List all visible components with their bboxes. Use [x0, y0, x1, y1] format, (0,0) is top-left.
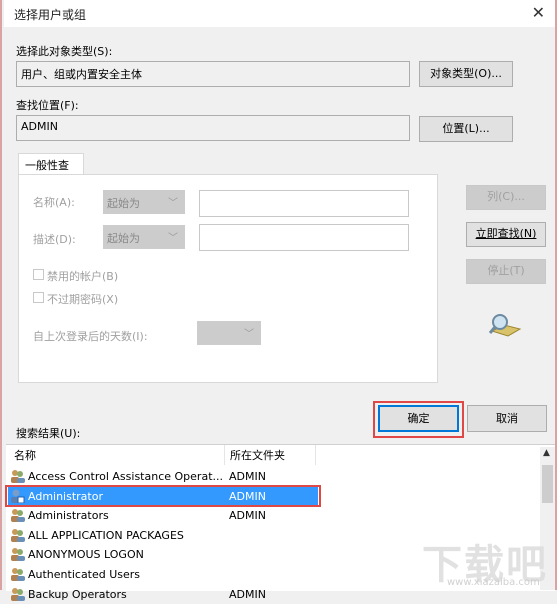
watermark-url: www.xiazaiba.com [447, 577, 540, 588]
table-row[interactable]: Authenticated Users [8, 565, 318, 584]
column-header-name[interactable]: 名称 [14, 447, 36, 463]
stop-button[interactable]: 停止(T) [466, 259, 546, 284]
location-label: 查找位置(F): [16, 99, 79, 112]
group-icon [10, 528, 25, 542]
name-mode-value: 起始为 [107, 197, 140, 210]
table-row[interactable]: Backup Operators ADMIN [8, 585, 318, 604]
description-mode-select[interactable]: 起始为 ﹀ [103, 225, 185, 249]
row-name: Administrators [28, 509, 109, 523]
group-icon [10, 469, 25, 483]
days-since-logon-label: 自上次登录后的天数(I): [33, 330, 148, 343]
description-label: 描述(D): [33, 233, 76, 246]
group-icon [10, 567, 25, 581]
tab-common-queries[interactable]: 一般性查询 [18, 153, 84, 188]
search-results-label: 搜索结果(U): [16, 427, 81, 440]
window-title: 选择用户或组 [14, 8, 87, 22]
locations-button[interactable]: 位置(L)... [419, 116, 513, 142]
column-separator[interactable] [224, 445, 225, 465]
column-header-folder[interactable]: 所在文件夹 [230, 447, 285, 463]
table-row[interactable]: Administrators ADMIN [8, 506, 318, 525]
object-type-label: 选择此对象类型(S): [16, 45, 113, 58]
days-since-logon-select[interactable]: ﹀ [197, 321, 261, 345]
find-now-button[interactable]: 立即查找(N) [466, 222, 546, 247]
disabled-accounts-label: 禁用的帐户(B) [47, 270, 119, 283]
cancel-button[interactable]: 取消 [467, 405, 547, 432]
ok-button[interactable]: 确定 [378, 405, 459, 432]
scrollbar-thumb[interactable] [542, 465, 553, 503]
columns-button[interactable]: 列(C)... [466, 185, 546, 210]
name-input[interactable] [199, 190, 409, 217]
group-icon [10, 587, 25, 601]
column-separator[interactable] [315, 445, 316, 465]
table-row[interactable]: ALL APPLICATION PACKAGES [8, 526, 318, 545]
row-folder: ADMIN [229, 470, 266, 483]
description-input[interactable] [199, 224, 409, 251]
select-users-dialog: 选择用户或组 ✕ 选择此对象类型(S): 用户、组或内置安全主体 对象类型(O)… [0, 0, 557, 601]
title-bar: 选择用户或组 ✕ [4, 0, 555, 27]
table-row[interactable]: Access Control Assistance Operat... ADMIN [8, 467, 318, 486]
name-label: 名称(A): [33, 196, 75, 209]
location-field: ADMIN [16, 115, 410, 141]
row-name: ALL APPLICATION PACKAGES [28, 528, 184, 542]
group-icon [10, 547, 25, 562]
table-row[interactable]: ANONYMOUS LOGON [8, 545, 318, 564]
description-mode-value: 起始为 [107, 232, 140, 245]
object-type-field: 用户、组或内置安全主体 [16, 61, 410, 87]
disabled-accounts-checkbox[interactable] [33, 269, 44, 280]
close-icon[interactable]: ✕ [532, 3, 545, 22]
highlight-row-box [5, 485, 321, 507]
non-expiring-password-checkbox[interactable] [33, 292, 44, 303]
chevron-down-icon: ﹀ [168, 198, 178, 209]
chevron-down-icon: ﹀ [168, 233, 178, 244]
query-panel: 名称(A): 起始为 ﹀ 描述(D): 起始为 ﹀ 禁用的帐户(B) 不过期密码… [18, 174, 438, 383]
row-name: Authenticated Users [28, 568, 141, 581]
chevron-down-icon: ﹀ [244, 329, 254, 340]
object-types-button[interactable]: 对象类型(O)... [419, 61, 513, 87]
name-mode-select[interactable]: 起始为 ﹀ [103, 190, 185, 214]
row-name: Access Control Assistance Operat... [28, 470, 223, 483]
row-folder: ADMIN [229, 509, 266, 523]
scroll-up-icon[interactable]: ▲ [543, 448, 550, 458]
non-expiring-password-label: 不过期密码(X) [47, 293, 119, 306]
row-name: ANONYMOUS LOGON [28, 548, 144, 562]
group-icon [10, 508, 25, 523]
search-magnifier-icon [488, 314, 522, 337]
